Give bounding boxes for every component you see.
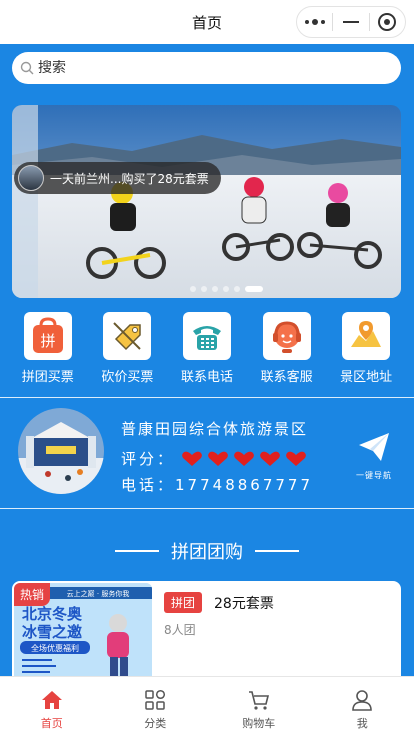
hot-badge: 热销 xyxy=(14,583,51,606)
target-icon xyxy=(378,13,397,31)
menu-item-bargain[interactable]: 砍价买票 xyxy=(89,312,165,385)
scenic-info: 普康田园综合体旅游景区 评分： 电话：17748867777 一键导航 xyxy=(0,398,414,508)
indicator-dot[interactable] xyxy=(201,286,207,292)
indicator-dot[interactable] xyxy=(223,286,229,292)
svg-text:拼: 拼 xyxy=(40,332,55,350)
scenic-rating: 评分： xyxy=(121,448,307,469)
tab-label: 购物车 xyxy=(242,717,276,730)
banner-carousel[interactable]: 一天前兰州...购买了28元套票 xyxy=(12,105,401,298)
search-icon xyxy=(20,61,34,75)
search-bar[interactable] xyxy=(12,52,401,84)
tab-home[interactable]: 首页 xyxy=(0,677,104,736)
more-dots-icon xyxy=(304,19,325,25)
category-icon xyxy=(145,689,166,710)
poster-line-1: 北京冬奥 xyxy=(22,605,83,623)
menu-item-telephone[interactable]: 联系电话 xyxy=(169,312,245,385)
customer-service-icon xyxy=(272,321,301,353)
home-icon xyxy=(41,691,62,709)
menu-item-label: 联系客服 xyxy=(260,370,313,385)
scenic-photo xyxy=(18,408,104,494)
phone-number[interactable]: 17748867777 xyxy=(175,476,313,494)
menu-item-group-buy[interactable]: 拼 拼团买票 xyxy=(10,312,86,385)
bargain-icon xyxy=(113,322,142,351)
product-title: 28元套票 xyxy=(214,596,274,612)
icon-menu: 拼 拼团买票 砍价买票 联系电话 联系客服 景区地址 xyxy=(0,312,414,385)
divider xyxy=(0,508,414,509)
carousel-indicators xyxy=(12,286,401,292)
purchase-notice: 一天前兰州...购买了28元套票 xyxy=(14,162,221,194)
rating-label: 评分： xyxy=(121,450,176,468)
poster-ribbon: 全场优惠福利 xyxy=(31,643,79,653)
rating-hearts xyxy=(181,451,307,467)
group-size: 8人团 xyxy=(164,623,196,637)
tab-label: 我 xyxy=(356,717,368,730)
heart-icon xyxy=(260,451,280,466)
menu-item-label: 砍价买票 xyxy=(101,370,154,385)
indicator-dot[interactable] xyxy=(212,286,218,292)
scenic-phone[interactable]: 电话：17748867777 xyxy=(121,474,313,495)
section-header: 拼团团购 xyxy=(0,538,414,564)
heart-icon xyxy=(234,451,254,466)
close-button[interactable] xyxy=(370,7,405,37)
tab-label: 首页 xyxy=(40,717,63,730)
heart-icon xyxy=(182,451,202,466)
mini-program-capsule xyxy=(296,6,406,38)
user-icon xyxy=(352,690,373,711)
group-buy-icon: 拼 xyxy=(32,317,63,353)
menu-item-label: 联系电话 xyxy=(180,370,233,385)
heart-icon xyxy=(286,451,306,466)
indicator-dot-active[interactable] xyxy=(245,286,263,292)
banner-image xyxy=(12,105,401,298)
heart-icon xyxy=(208,451,228,466)
top-nav-bar: 首页 xyxy=(0,0,414,44)
location-icon xyxy=(351,321,382,347)
menu-item-label: 拼团买票 xyxy=(21,370,74,385)
poster-top-text: 云上之巅 · 服务你我 xyxy=(67,589,130,598)
navigate-button[interactable]: 一键导航 xyxy=(352,432,396,481)
navigate-label: 一键导航 xyxy=(356,471,392,480)
menu-item-label: 景区地址 xyxy=(340,370,393,385)
more-button[interactable] xyxy=(297,7,332,37)
search-input[interactable] xyxy=(38,60,358,76)
phone-label: 电话： xyxy=(121,476,176,494)
tab-cart[interactable]: 购物车 xyxy=(207,677,311,736)
tab-label: 分类 xyxy=(144,717,167,730)
minus-icon xyxy=(342,21,359,23)
tab-category[interactable]: 分类 xyxy=(104,677,208,736)
indicator-dot[interactable] xyxy=(234,286,240,292)
paper-plane-icon xyxy=(359,433,389,461)
telephone-icon xyxy=(192,326,221,350)
poster-line-2: 冰雪之邀 xyxy=(22,623,82,641)
purchase-notice-text: 一天前兰州...购买了28元套票 xyxy=(50,171,209,186)
minimize-button[interactable] xyxy=(333,7,368,37)
cart-icon xyxy=(248,691,269,710)
bottom-tab-bar: 首页 分类 购物车 我 xyxy=(0,676,414,736)
menu-item-customer-service[interactable]: 联系客服 xyxy=(249,312,325,385)
section-title: 拼团团购 xyxy=(171,542,243,563)
group-buy-tag: 拼团 xyxy=(164,592,203,613)
avatar xyxy=(18,165,44,191)
menu-item-location[interactable]: 景区地址 xyxy=(328,312,404,385)
tab-me[interactable]: 我 xyxy=(311,677,414,736)
scenic-name: 普康田园综合体旅游景区 xyxy=(121,420,309,438)
indicator-dot[interactable] xyxy=(190,286,196,292)
